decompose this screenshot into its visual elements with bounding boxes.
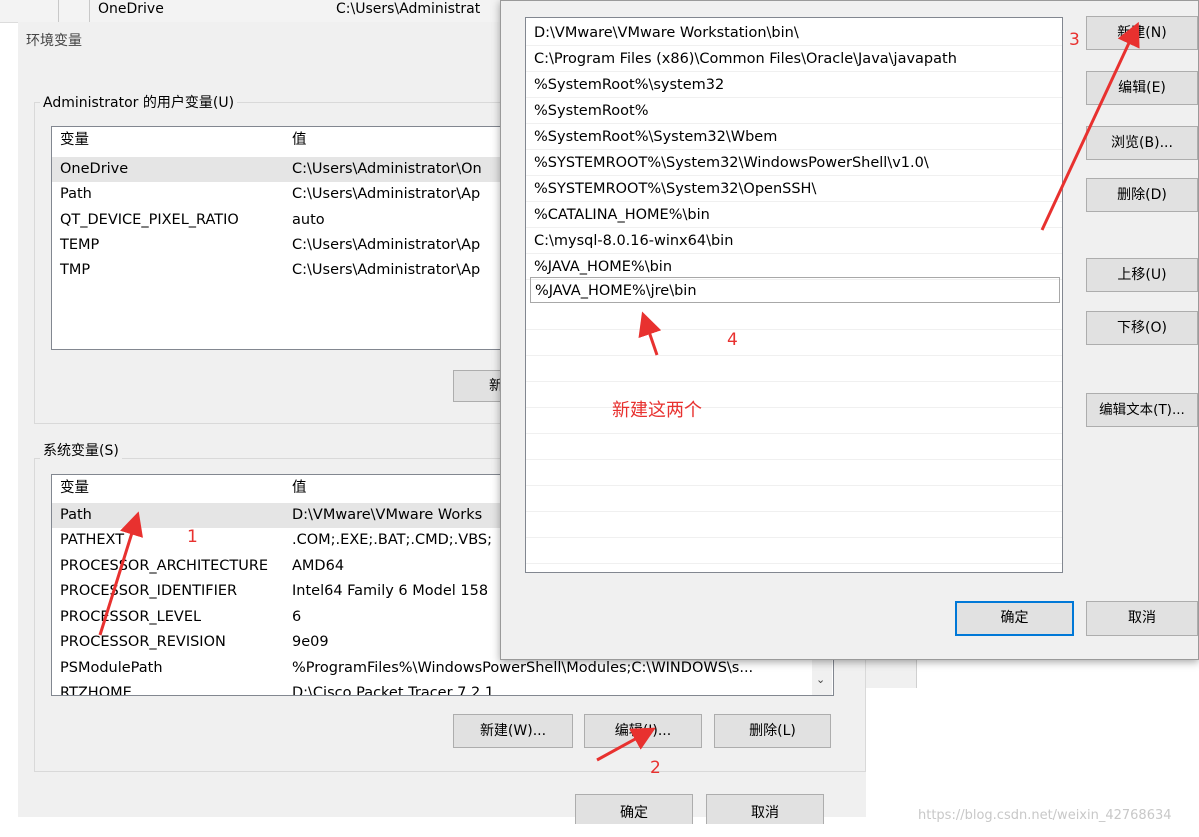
arrow-to-path-row [98,511,143,636]
annotation-arrows [98,21,1140,762]
watermark: https://blog.csdn.net/weixin_42768634 [918,808,1172,823]
annotation-step-4: 4 [727,330,738,350]
annotation-note: 新建这两个 [612,400,702,421]
arrow-to-edit-button [596,727,656,762]
annotation-step-3: 3 [1069,30,1080,50]
arrow-to-new-button [1040,21,1140,231]
annotation-step-1: 1 [187,527,198,547]
arrow-to-new-entries [638,311,662,356]
annotation-step-2: 2 [650,758,661,778]
